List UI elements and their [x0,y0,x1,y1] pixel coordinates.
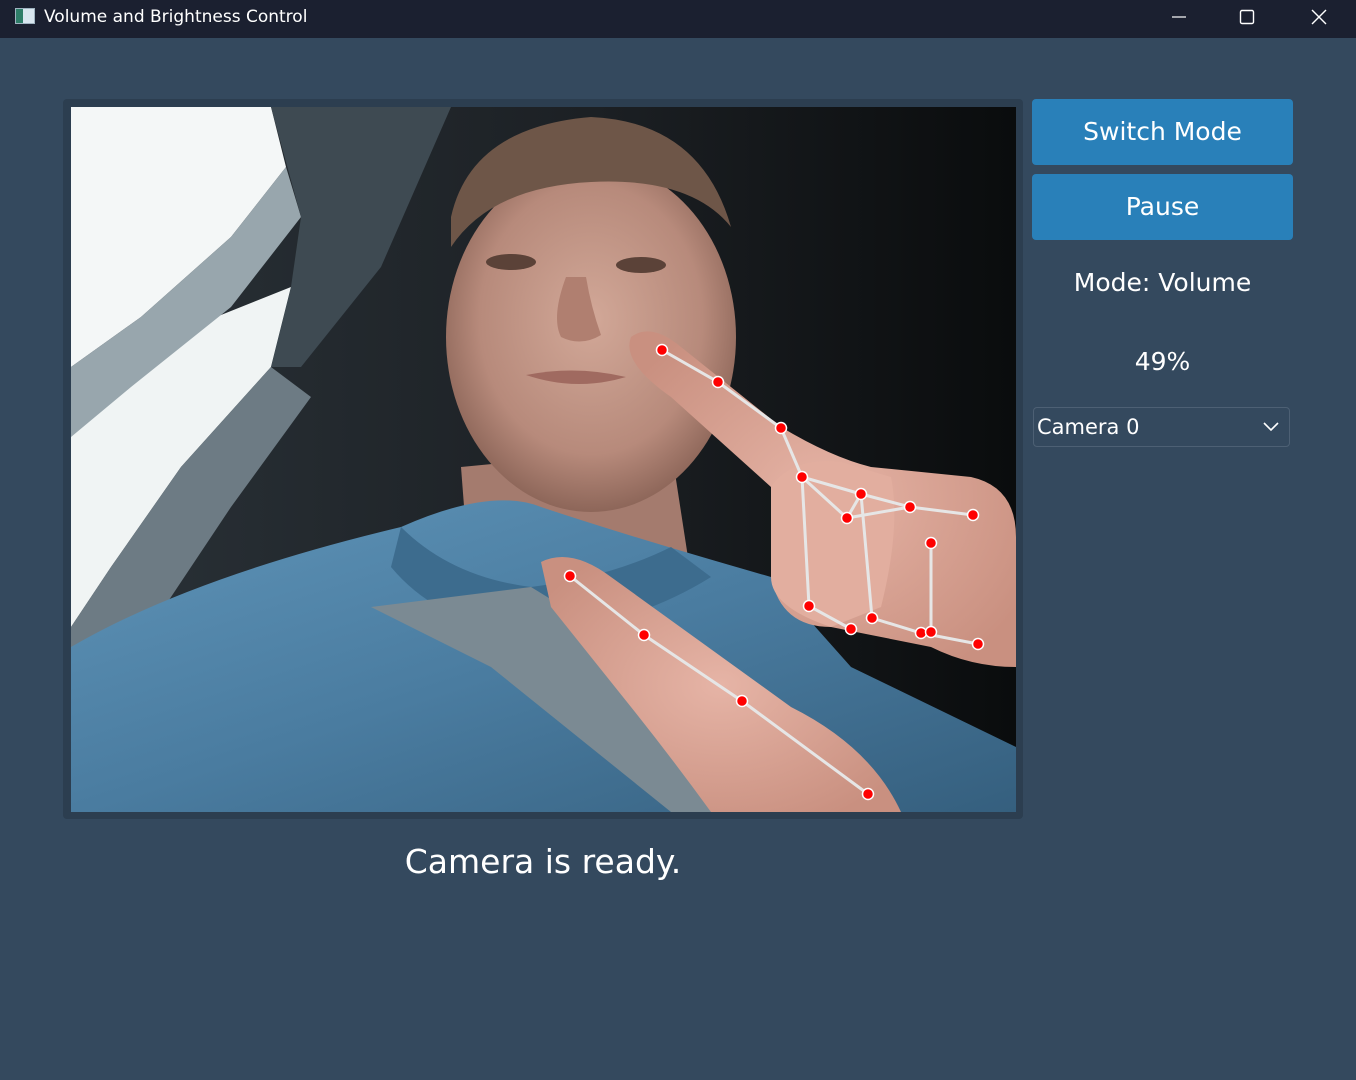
close-button[interactable] [1284,0,1354,34]
minimize-icon [1172,16,1186,18]
camera-image [71,107,1016,812]
close-icon [1311,9,1327,25]
level-value-label: 49% [1134,347,1191,376]
minimize-button[interactable] [1144,0,1214,34]
camera-status-label: Camera is ready. [404,842,682,881]
app-icon [15,8,35,24]
camera-select-value: Camera 0 [1037,415,1140,439]
camera-feed [71,107,1016,812]
maximize-icon [1239,9,1255,25]
maximize-button[interactable] [1212,0,1282,34]
camera-select[interactable]: Camera 0 [1033,407,1290,447]
chevron-down-icon [1263,422,1279,432]
pause-button[interactable]: Pause [1032,174,1293,240]
window-title: Volume and Brightness Control [44,7,308,27]
app-window: Volume and Brightness Control Camera is … [0,0,1356,1080]
switch-mode-button[interactable]: Switch Mode [1032,99,1293,165]
title-bar[interactable]: Volume and Brightness Control [0,0,1356,38]
mode-label: Mode: Volume [1073,268,1252,297]
